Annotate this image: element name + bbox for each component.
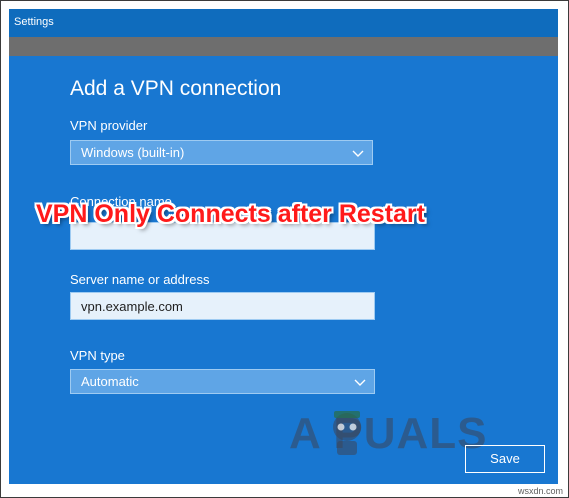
vpn-provider-select[interactable]: Windows (built-in) — [70, 140, 373, 165]
vpn-type-select[interactable]: Automatic — [70, 369, 375, 394]
server-label: Server name or address — [70, 272, 210, 287]
server-address-field[interactable]: vpn.example.com — [70, 292, 375, 320]
vpn-type-value: Automatic — [81, 374, 139, 389]
settings-window: Settings Add a VPN connection VPN provid… — [9, 9, 558, 484]
vpn-type-label: VPN type — [70, 348, 125, 363]
vpn-provider-label: VPN provider — [70, 118, 148, 133]
appuals-watermark: A PUALS — [289, 409, 488, 458]
window-title: Settings — [14, 16, 54, 28]
chevron-down-icon — [354, 379, 366, 386]
page-title: Add a VPN connection — [70, 77, 282, 100]
site-watermark: wsxdn.com — [517, 486, 563, 496]
appuals-mascot-icon — [333, 411, 361, 455]
article-overlay-title: VPN Only Connects after Restart — [36, 200, 425, 228]
header-strip — [9, 37, 558, 56]
server-address-value: vpn.example.com — [81, 299, 183, 314]
save-button[interactable]: Save — [465, 445, 545, 473]
chevron-down-icon — [352, 150, 364, 157]
vpn-provider-value: Windows (built-in) — [81, 145, 185, 160]
title-bar: Settings — [9, 9, 558, 37]
